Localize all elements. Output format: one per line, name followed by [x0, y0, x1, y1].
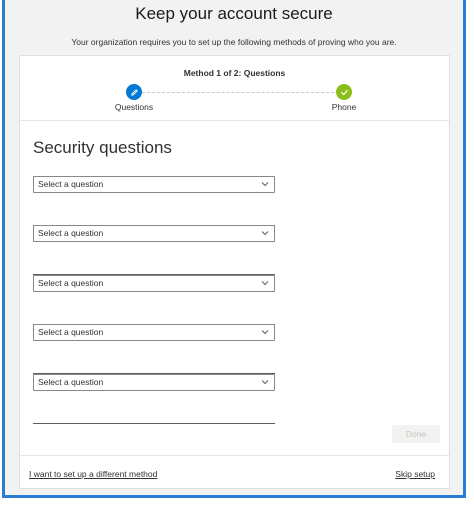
chevron-down-icon	[261, 330, 269, 335]
pencil-icon	[126, 84, 142, 100]
question-group-5: Select a question	[33, 374, 275, 424]
question-group-2: Select a question	[33, 225, 275, 275]
chevron-down-icon	[261, 231, 269, 236]
setup-card: Method 1 of 2: Questions Questions Phone	[19, 55, 450, 489]
question-group-4: Select a question	[33, 324, 275, 374]
different-method-link[interactable]: I want to set up a different method	[29, 469, 157, 479]
answer-input-2[interactable]	[33, 264, 275, 275]
step-questions-label: Questions	[114, 102, 154, 112]
step-questions: Questions	[94, 84, 174, 112]
footer-divider	[20, 455, 449, 456]
checkmark-icon	[336, 84, 352, 100]
question-select-5[interactable]: Select a question	[33, 374, 275, 391]
setup-frame: Keep your account secure Your organizati…	[2, 0, 466, 498]
method-step-label: Method 1 of 2: Questions	[183, 68, 286, 78]
question-select-2[interactable]: Select a question	[33, 225, 275, 242]
answer-input-5[interactable]	[33, 413, 275, 424]
question-select-label: Select a question	[38, 228, 104, 238]
page-subtitle: Your organization requires you to set up…	[71, 37, 397, 47]
question-select-4[interactable]: Select a question	[33, 324, 275, 341]
question-select-label: Select a question	[38, 377, 104, 387]
skip-setup-link[interactable]: Skip setup	[395, 469, 435, 479]
question-group-3: Select a question	[33, 275, 275, 325]
step-phone-label: Phone	[331, 102, 357, 112]
question-select-1[interactable]: Select a question	[33, 176, 275, 193]
chevron-down-icon	[261, 182, 269, 187]
answer-input-4[interactable]	[33, 363, 275, 374]
done-button[interactable]: Done	[392, 425, 440, 443]
chevron-down-icon	[261, 281, 269, 286]
question-select-label: Select a question	[38, 327, 104, 337]
question-select-label: Select a question	[38, 278, 104, 288]
question-select-label: Select a question	[38, 179, 104, 189]
chevron-down-icon	[261, 380, 269, 385]
question-group-1: Select a question	[33, 176, 275, 226]
section-title: Security questions	[33, 138, 172, 157]
progress-indicator: Method 1 of 2: Questions Questions Phone	[20, 56, 449, 121]
step-phone: Phone	[304, 84, 384, 112]
question-select-3[interactable]: Select a question	[33, 275, 275, 292]
page-title: Keep your account secure	[135, 4, 333, 23]
